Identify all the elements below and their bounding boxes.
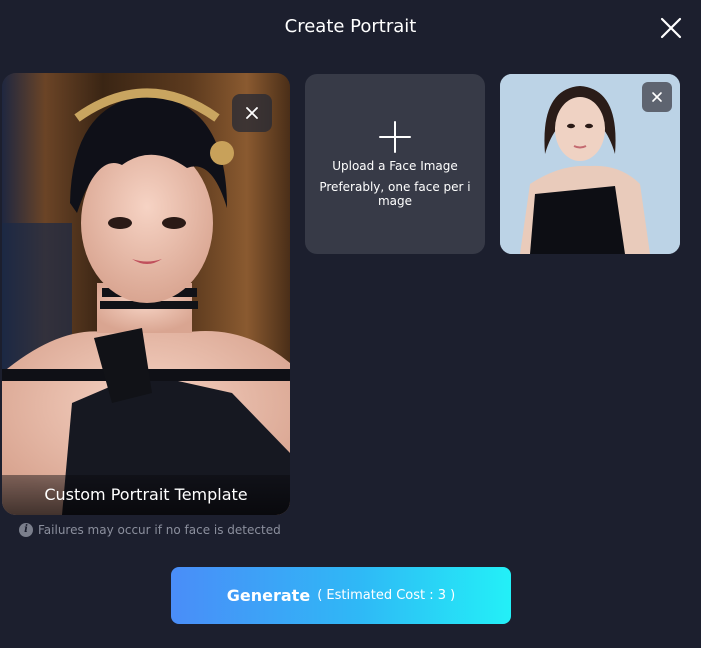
generate-button[interactable]: Generate ( Estimated Cost : 3 ) bbox=[171, 567, 511, 624]
close-dialog-button[interactable] bbox=[658, 15, 684, 41]
portrait-template-card[interactable]: Custom Portrait Template bbox=[2, 73, 290, 515]
upload-title: Upload a Face Image bbox=[332, 159, 458, 173]
close-icon bbox=[246, 107, 258, 119]
portrait-template-image bbox=[2, 73, 290, 515]
estimated-cost: ( Estimated Cost : 3 ) bbox=[317, 588, 456, 603]
generate-label: Generate bbox=[226, 586, 311, 605]
remove-template-button[interactable] bbox=[232, 94, 272, 132]
upload-hint: Preferably, one face per image bbox=[319, 180, 471, 208]
upload-face-button[interactable]: Upload a Face Image Preferably, one face… bbox=[305, 74, 485, 254]
face-detection-notice: i Failures may occur if no face is detec… bbox=[19, 523, 281, 537]
uploaded-face-card[interactable] bbox=[500, 74, 680, 254]
close-icon bbox=[652, 92, 662, 102]
close-icon bbox=[660, 17, 682, 39]
page-title: Create Portrait bbox=[284, 16, 417, 37]
notice-text: Failures may occur if no face is detecte… bbox=[38, 523, 281, 537]
info-icon: i bbox=[19, 523, 33, 537]
plus-icon bbox=[379, 121, 411, 153]
remove-face-button[interactable] bbox=[642, 82, 672, 112]
template-label: Custom Portrait Template bbox=[2, 475, 290, 515]
